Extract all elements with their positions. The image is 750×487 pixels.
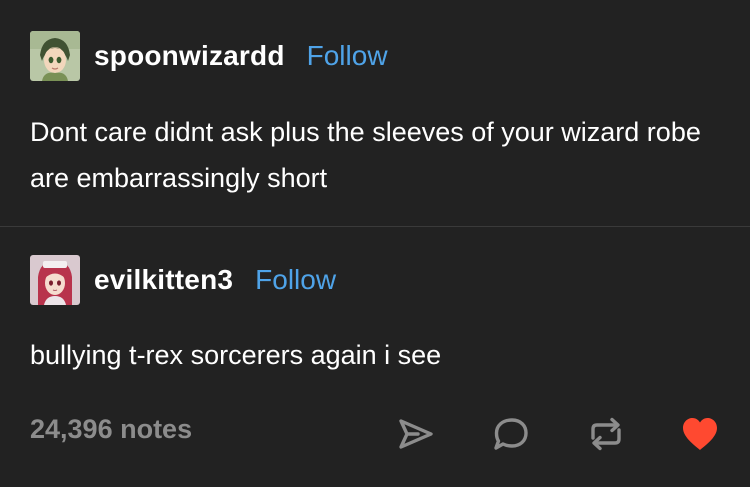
avatar-evilkitten3[interactable] xyxy=(30,255,80,305)
tumblr-post: spoonwizardd Follow Dont care didnt ask … xyxy=(0,0,750,487)
post-header: spoonwizardd Follow xyxy=(30,31,388,81)
reply-button[interactable] xyxy=(491,414,531,454)
avatar-spoonwizardd[interactable] xyxy=(30,31,80,81)
post-footer: 24,396 notes xyxy=(0,396,750,472)
reblog-button[interactable] xyxy=(586,414,626,454)
post-body-text: Dont care didnt ask plus the sleeves of … xyxy=(30,117,701,193)
avatar-image xyxy=(30,31,80,81)
notes-count[interactable]: 24,396 notes xyxy=(30,414,192,445)
reblog-block-evilkitten3: evilkitten3 Follow bullying t-rex sorcer… xyxy=(0,226,750,386)
heart-icon xyxy=(683,418,717,450)
share-button[interactable] xyxy=(396,414,436,454)
follow-button[interactable]: Follow xyxy=(255,264,336,296)
post-header: evilkitten3 Follow xyxy=(30,255,336,305)
username[interactable]: evilkitten3 xyxy=(94,264,233,296)
avatar-image xyxy=(30,255,80,305)
post-body-text: bullying t-rex sorcerers again i see xyxy=(30,340,442,370)
reblog-block-spoonwizardd: spoonwizardd Follow Dont care didnt ask … xyxy=(0,0,750,226)
speech-bubble-icon xyxy=(494,418,528,450)
paper-plane-icon xyxy=(399,419,433,449)
username[interactable]: spoonwizardd xyxy=(94,40,285,72)
reblog-arrows-icon xyxy=(591,417,621,451)
like-button[interactable] xyxy=(680,414,720,454)
follow-button[interactable]: Follow xyxy=(307,40,388,72)
